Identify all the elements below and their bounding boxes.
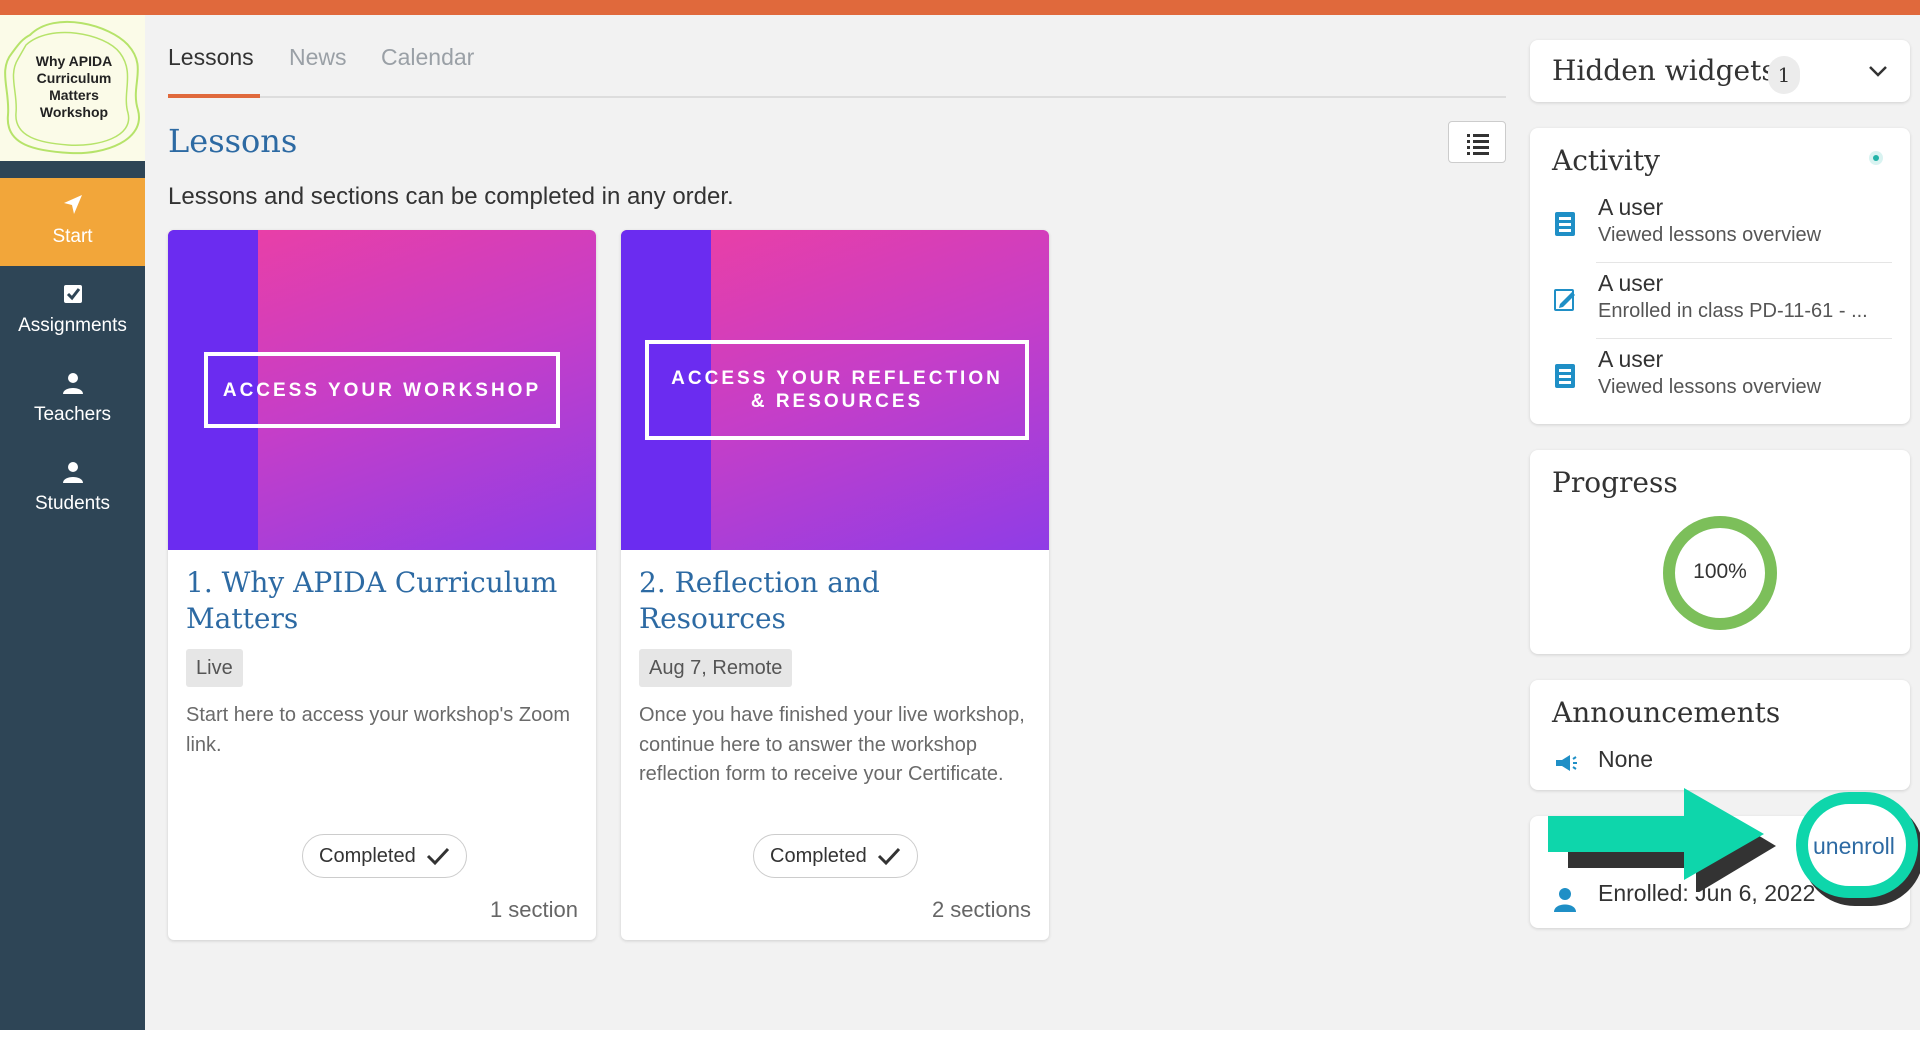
sidebar-item-students[interactable]: Students: [0, 445, 145, 533]
sidebar-item-assignments[interactable]: Assignments: [0, 267, 145, 355]
section-count: 2 sections: [931, 897, 1031, 922]
hidden-widgets-panel[interactable]: Hidden widgets 1: [1530, 40, 1910, 102]
banner-text: ACCESS YOUR REFLECTION & RESOURCES: [645, 340, 1029, 440]
activity-user: A user: [1598, 270, 1664, 296]
lesson-banner[interactable]: ACCESS YOUR REFLECTION & RESOURCES: [621, 230, 1049, 550]
list-icon: [1467, 134, 1489, 155]
book-icon: [1555, 212, 1575, 236]
activity-item[interactable]: A user Viewed lessons overview: [1552, 340, 1892, 416]
hidden-widgets-count: 1: [1768, 56, 1800, 94]
navigation-arrow-icon: [64, 195, 82, 214]
checkmark-icon: [877, 847, 900, 866]
checkmark-icon: [426, 847, 449, 866]
sidebar-item-teachers[interactable]: Teachers: [0, 356, 145, 444]
tab-news[interactable]: News: [289, 44, 347, 71]
progress-widget: Progress 100%: [1530, 450, 1910, 654]
activity-item[interactable]: A user Enrolled in class PD-11-61 - ...: [1552, 264, 1892, 340]
activity-widget: Activity A user Viewed lessons overview …: [1530, 128, 1910, 424]
checkbox-icon: [64, 285, 82, 303]
lesson-description: Once you have finished your live worksho…: [639, 704, 1025, 785]
course-logo[interactable]: Why APIDA Curriculum Matters Workshop: [0, 15, 145, 161]
active-tab-indicator: [168, 94, 260, 98]
lesson-card-1[interactable]: ACCESS YOUR WORKSHOP 1. Why APIDA Curric…: [168, 230, 596, 940]
live-indicator-icon: [1869, 151, 1883, 165]
section-count: 1 section: [489, 897, 578, 922]
unenroll-link[interactable]: unenroll: [1813, 833, 1895, 860]
bottom-strip: [0, 1030, 1920, 1060]
announcements-value: None: [1598, 746, 1653, 772]
banner-text: ACCESS YOUR WORKSHOP: [204, 352, 560, 428]
sidebar-item-label: Assignments: [18, 315, 127, 336]
sidebar-item-label: Start: [52, 226, 93, 247]
banner-line: ACCESS YOUR REFLECTION: [671, 368, 1003, 389]
completed-badge: Completed: [302, 834, 467, 878]
chevron-down-icon[interactable]: [1866, 62, 1890, 80]
lesson-tag: Aug 7, Remote: [639, 649, 793, 687]
book-icon: [1555, 364, 1575, 388]
sidebar-item-start[interactable]: Start: [0, 178, 145, 266]
page-title: Lessons: [168, 122, 298, 160]
highlight-arrow-icon: [1548, 788, 1776, 892]
list-view-toggle-button[interactable]: [1448, 121, 1506, 163]
completed-badge: Completed: [753, 834, 918, 878]
enroll-edit-icon: [1554, 289, 1575, 311]
activity-description: Enrolled in class PD-11-61 - ...: [1598, 300, 1868, 322]
lesson-card-2[interactable]: ACCESS YOUR REFLECTION & RESOURCES 2. Re…: [621, 230, 1049, 940]
tab-bar: Lessons News Calendar: [168, 44, 1506, 98]
top-accent-bar: [0, 0, 1920, 15]
lesson-tag: Live: [186, 649, 243, 687]
lesson-title[interactable]: 1. Why APIDA Curriculum Matters: [186, 565, 576, 637]
lesson-banner[interactable]: ACCESS YOUR WORKSHOP: [168, 230, 596, 550]
activity-title: Activity: [1552, 144, 1660, 177]
tab-lessons[interactable]: Lessons: [168, 44, 254, 71]
announcements-widget: Announcements None: [1530, 680, 1910, 790]
megaphone-icon: [1556, 755, 1577, 771]
announcements-title: Announcements: [1552, 696, 1781, 729]
activity-item[interactable]: A user Viewed lessons overview: [1552, 188, 1892, 264]
hidden-widgets-label: Hidden widgets: [1552, 54, 1776, 87]
activity-divider: [1596, 262, 1892, 263]
tab-calendar[interactable]: Calendar: [381, 44, 474, 71]
completed-label: Completed: [770, 845, 867, 867]
activity-user: A user: [1598, 194, 1664, 220]
page-subtitle: Lessons and sections can be completed in…: [168, 183, 734, 210]
person-icon: [63, 462, 83, 483]
activity-description: Viewed lessons overview: [1598, 376, 1822, 398]
activity-description: Viewed lessons overview: [1598, 224, 1822, 246]
logo-text: Why APIDA Curriculum Matters Workshop: [35, 53, 113, 120]
completed-label: Completed: [319, 845, 416, 867]
person-icon: [63, 373, 83, 394]
activity-divider: [1596, 338, 1892, 339]
banner-line: & RESOURCES: [750, 391, 924, 412]
sidebar: Why APIDA Curriculum Matters Workshop St…: [0, 15, 145, 1030]
lesson-description: Start here to access your workshop's Zoo…: [186, 704, 570, 756]
progress-title: Progress: [1552, 466, 1678, 499]
lesson-title[interactable]: 2. Reflection and Resources: [639, 565, 1029, 637]
progress-value: 100%: [1693, 560, 1747, 583]
sidebar-item-label: Teachers: [33, 404, 112, 425]
activity-user: A user: [1598, 346, 1664, 372]
sidebar-item-label: Students: [35, 493, 110, 514]
